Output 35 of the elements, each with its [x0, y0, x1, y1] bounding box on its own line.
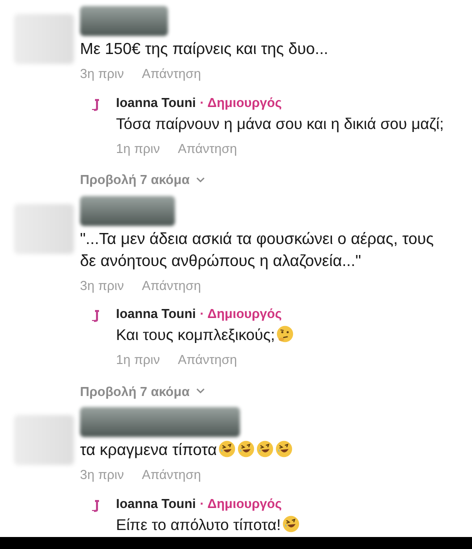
chevron-down-icon — [196, 388, 205, 394]
creator-logo-icon — [92, 500, 100, 512]
laughing-emoji-icon — [274, 440, 293, 458]
author-name: Ioanna Touni — [116, 305, 196, 323]
comment-time: 1η πριν — [116, 351, 160, 369]
creator-label: · Δημιουργός — [200, 494, 282, 512]
laughing-emoji-icon — [236, 440, 255, 458]
reply-link[interactable]: Απάντηση — [178, 138, 237, 158]
comment-time: 3η πριν — [80, 276, 124, 295]
reply-link[interactable]: Απάντηση — [142, 276, 201, 295]
comment-time: 3η πριν — [80, 65, 124, 83]
comment-time: 1η πριν — [116, 140, 160, 158]
creator-logo-icon — [92, 98, 100, 110]
view-more-button[interactable]: Προβολή 7 ακόμα — [80, 382, 205, 401]
laughing-emoji-icon — [218, 440, 236, 458]
thinking-emoji-icon — [276, 325, 294, 343]
reply-text: Είπε το απόλυτο τίποτα! — [116, 514, 300, 536]
reply-link[interactable]: Απάντηση — [178, 350, 237, 370]
author-name: Ioanna Touni — [116, 494, 196, 512]
view-more-button[interactable]: Προβολή 7 ακόμα — [80, 170, 205, 190]
comment-text: Με 150€ της παίρνεις και της δυο... — [80, 40, 330, 60]
creator-label: · Δημιουργός — [200, 305, 282, 323]
chevron-down-icon — [196, 176, 205, 183]
laughing-emoji-icon — [282, 514, 300, 532]
creator-label: · Δημιουργός — [200, 94, 282, 112]
comment-text: τα κραγμενα τίποτα — [80, 440, 452, 462]
author-name: Ioanna Touni — [116, 94, 196, 112]
reply-link[interactable]: Απάντηση — [142, 64, 201, 84]
reply-text: Και τους κομπλεξικούς; — [116, 325, 294, 347]
reply-text: Τόσα παίρνουν η μάνα σου και η δικιά σου μαζί; — [116, 114, 444, 134]
reply-link[interactable]: Απάντηση — [142, 465, 201, 484]
laughing-emoji-icon — [256, 440, 274, 458]
comment-time: 3η πριν — [80, 466, 124, 484]
creator-logo-icon — [92, 310, 100, 322]
comment-text: "...Τα μεν άδεια ασκιά τα φουσκώνει ο αέρας, τους δε ανόητους ανθρώπους η αλαζονεία..." — [80, 230, 435, 272]
